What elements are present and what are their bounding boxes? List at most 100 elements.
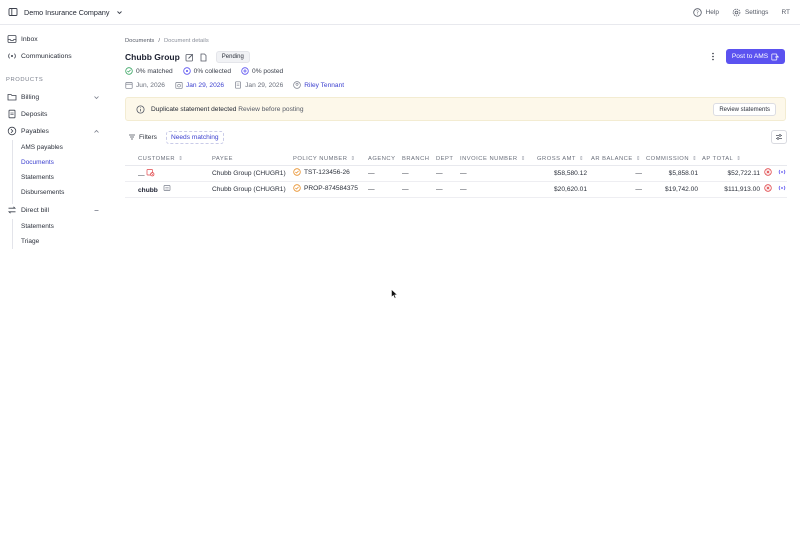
broadcast-icon[interactable] bbox=[778, 184, 786, 192]
settings-link[interactable]: Settings bbox=[732, 8, 768, 17]
file-icon[interactable] bbox=[199, 53, 208, 62]
documents-table: CUSTOMER ⇕ PAYEE POLICY NUMBER ⇕ AGENCY … bbox=[125, 153, 787, 198]
status-badge: Pending bbox=[215, 51, 250, 63]
stat-matched-label: 0% matched bbox=[136, 67, 173, 75]
help-link[interactable]: ? Help bbox=[692, 8, 719, 17]
more-options-icon[interactable] bbox=[711, 52, 715, 63]
customer-cell[interactable]: — bbox=[138, 165, 212, 182]
sidebar-item-inbox[interactable]: Inbox bbox=[7, 34, 38, 44]
sliders-icon bbox=[775, 133, 783, 141]
unlinked-customer-icon[interactable] bbox=[146, 168, 155, 177]
folder-icon bbox=[7, 92, 17, 102]
dept-cell: — bbox=[436, 181, 460, 198]
needs-matching-chip[interactable]: Needs matching bbox=[165, 130, 224, 144]
column-header-ap-total[interactable]: AP TOTAL ⇕ bbox=[702, 153, 764, 166]
user-icon bbox=[293, 81, 302, 89]
sidebar-item-billing[interactable]: Billing bbox=[7, 92, 39, 102]
ap-total-cell: $52,722.11 bbox=[702, 165, 764, 182]
column-header-branch[interactable]: BRANCH bbox=[402, 153, 436, 166]
column-header-customer[interactable]: CUSTOMER ⇕ bbox=[138, 153, 212, 166]
nav-tree-line bbox=[12, 140, 13, 204]
column-header-ar-balance[interactable]: AR BALANCE ⇕ bbox=[591, 153, 646, 166]
gross-cell: $58,580.12 bbox=[537, 165, 591, 182]
invoice-cell: — bbox=[460, 165, 537, 182]
sidebar-item-label: Communications bbox=[21, 52, 72, 60]
actions-column-header bbox=[764, 153, 787, 166]
review-statements-button[interactable]: Review statements bbox=[713, 103, 776, 116]
breadcrumb-root[interactable]: Documents bbox=[125, 38, 154, 44]
created-date-value: Jan 29, 2026 bbox=[245, 81, 284, 89]
duplicate-alert: Duplicate statement detected Review befo… bbox=[125, 97, 786, 121]
chevron-up-icon[interactable] bbox=[93, 128, 100, 135]
sidebar-item-ams-payables[interactable]: AMS payables bbox=[21, 144, 63, 151]
column-header-policy-number[interactable]: POLICY NUMBER ⇕ bbox=[293, 153, 368, 166]
sidebar-toggle-icon[interactable] bbox=[8, 7, 18, 17]
commission-cell: $19,742.00 bbox=[646, 181, 702, 198]
remove-icon[interactable] bbox=[764, 184, 772, 192]
customer-cell[interactable]: chubb bbox=[138, 181, 212, 198]
column-header-agency[interactable]: AGENCY bbox=[368, 153, 402, 166]
column-header-invoice-number[interactable]: INVOICE NUMBER ⇕ bbox=[460, 153, 537, 166]
sidebar-item-communications[interactable]: Communications bbox=[7, 51, 72, 61]
sidebar-item-label: Payables bbox=[21, 127, 49, 135]
alert-subtitle: Review before posting bbox=[238, 105, 304, 113]
received-date[interactable]: Jan 29, 2026 bbox=[175, 81, 224, 89]
column-settings-button[interactable] bbox=[771, 130, 787, 144]
customer-value: — bbox=[138, 171, 145, 179]
warning-circle-icon bbox=[293, 184, 301, 192]
company-switcher[interactable]: Demo Insurance Company bbox=[8, 7, 123, 17]
user-avatar[interactable]: RT bbox=[781, 9, 790, 16]
sidebar-item-direct-statements[interactable]: Statements bbox=[21, 223, 54, 230]
policy-cell[interactable]: TST-123456-26 bbox=[293, 165, 368, 182]
sidebar-item-payables[interactable]: Payables bbox=[7, 126, 49, 136]
sidebar-item-deposits[interactable]: Deposits bbox=[7, 109, 47, 119]
header-label: GROSS AMT bbox=[537, 155, 576, 162]
stat-collected: 0% collected bbox=[182, 67, 231, 75]
sidebar-item-disbursements[interactable]: Disbursements bbox=[21, 189, 64, 196]
column-header-commission[interactable]: COMMISSION ⇕ bbox=[646, 153, 702, 166]
remove-icon[interactable] bbox=[764, 168, 772, 176]
sidebar-item-statements[interactable]: Statements bbox=[21, 174, 54, 181]
edit-icon[interactable] bbox=[185, 53, 194, 62]
post-to-ams-button[interactable]: Post to AMS bbox=[726, 49, 785, 64]
help-icon: ? bbox=[692, 8, 702, 17]
stat-posted: 0% posted bbox=[241, 67, 283, 75]
sort-icon: ⇕ bbox=[578, 155, 585, 162]
table-row[interactable]: chubb Chubb Group (CHUGR1) PROP-87458437… bbox=[125, 181, 787, 198]
header-label: COMMISSION bbox=[646, 155, 690, 162]
nav-tree-line bbox=[12, 219, 13, 249]
sidebar-item-label: Inbox bbox=[21, 35, 38, 43]
sidebar: Inbox Communications PRODUCTS Billing De… bbox=[0, 25, 110, 557]
gear-icon bbox=[732, 8, 741, 17]
policy-value: PROP-874584375 bbox=[304, 184, 358, 192]
filters-button[interactable]: Filters bbox=[125, 133, 160, 141]
stat-matched: 0% matched bbox=[125, 67, 173, 75]
column-header-gross-amt[interactable]: GROSS AMT ⇕ bbox=[537, 153, 591, 166]
sort-icon: ⇕ bbox=[350, 155, 356, 162]
received-date-value: Jan 29, 2026 bbox=[185, 81, 225, 89]
header-label: PAYEE bbox=[212, 155, 233, 162]
policy-cell[interactable]: PROP-874584375 bbox=[293, 181, 368, 198]
column-header-dept[interactable]: DEPT bbox=[436, 153, 460, 166]
assignee[interactable]: Riley Tennant bbox=[293, 81, 344, 89]
agency-cell: — bbox=[368, 165, 402, 182]
table-row[interactable]: — Chubb Group (CHUGR1) TST-123456-26 — —… bbox=[125, 165, 787, 182]
document-icon bbox=[7, 109, 17, 119]
row-select-cell bbox=[125, 181, 138, 198]
agency-cell: — bbox=[368, 181, 402, 198]
alert-title: Duplicate statement detected bbox=[151, 105, 237, 113]
inbox-icon bbox=[7, 34, 17, 44]
meta-row: Jun, 2026 Jan 29, 2026 Jan 29, 2026 Rile… bbox=[125, 81, 344, 89]
sidebar-item-documents[interactable]: Documents bbox=[21, 159, 54, 166]
sort-icon: ⇕ bbox=[520, 155, 526, 162]
column-header-payee[interactable]: PAYEE bbox=[212, 153, 293, 166]
sidebar-item-direct-bill[interactable]: Direct bill bbox=[7, 205, 49, 215]
mouse-cursor-icon bbox=[391, 288, 398, 301]
header-label: AP TOTAL bbox=[702, 155, 734, 162]
sidebar-item-triage[interactable]: Triage bbox=[21, 238, 39, 245]
chevron-down-icon[interactable] bbox=[93, 94, 100, 101]
customer-record-icon[interactable] bbox=[163, 184, 171, 192]
collapse-icon[interactable] bbox=[93, 207, 100, 214]
broadcast-icon[interactable] bbox=[778, 168, 786, 176]
customer-value: chubb bbox=[138, 187, 158, 194]
